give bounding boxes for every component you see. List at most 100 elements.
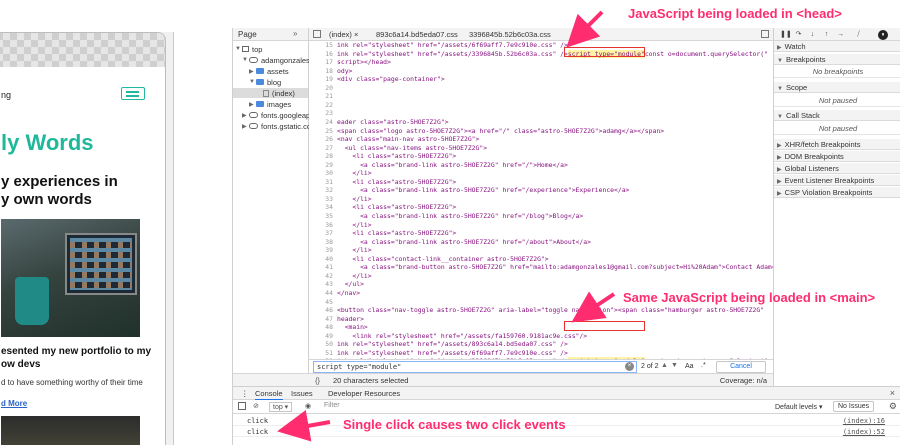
section-global-listeners[interactable]: ▶ Global Listeners — [774, 163, 900, 174]
toggle-navigator-icon[interactable] — [313, 30, 321, 38]
line-number[interactable]: 29 — [309, 161, 333, 170]
collapse-arrow-icon[interactable]: ▶ — [242, 123, 249, 130]
line-number[interactable]: 20 — [309, 84, 333, 93]
pretty-print-icon[interactable]: {} — [315, 376, 320, 385]
code-line[interactable]: 41 <a class="brand-button astro-5HOE7Z2G… — [309, 263, 773, 272]
line-number[interactable]: 27 — [309, 144, 333, 153]
previous-match-icon[interactable]: ▲ — [661, 362, 668, 369]
step-icon[interactable]: → — [836, 30, 845, 39]
line-number[interactable]: 40 — [309, 255, 333, 264]
line-number[interactable]: 31 — [309, 178, 333, 187]
section-dom-breakpoints[interactable]: ▶ DOM Breakpoints — [774, 151, 900, 162]
code-line[interactable]: 16 ink rel="stylesheet" href="/assets/339… — [309, 49, 773, 59]
code-line[interactable]: 22 — [309, 101, 773, 110]
post-image[interactable] — [1, 416, 140, 445]
code-line[interactable]: 31 <li class="astro-5HOE7Z2G"> — [309, 178, 773, 187]
code-line[interactable]: 23 — [309, 109, 773, 118]
line-number[interactable]: 19 — [309, 75, 333, 84]
cancel-button[interactable]: Cancel — [716, 361, 766, 373]
line-number[interactable]: 45 — [309, 298, 333, 307]
code-line[interactable]: 27 <ul class="nav-items astro-5HOE7Z2G"> — [309, 144, 773, 153]
deactivate-breakpoints-icon[interactable]: ⧸ — [854, 30, 863, 39]
post-title[interactable]: ow devs — [1, 359, 40, 370]
line-number[interactable]: 35 — [309, 212, 333, 221]
line-number[interactable]: 46 — [309, 306, 333, 315]
read-more-link[interactable]: d More — [1, 399, 27, 408]
log-levels-dropdown[interactable]: Default levels ▾ — [775, 403, 822, 411]
code-line[interactable]: 15 ink rel="stylesheet" href="/assets/6f6… — [309, 41, 773, 50]
line-number[interactable]: 22 — [309, 101, 333, 110]
line-number[interactable]: 51 — [309, 349, 333, 358]
hamburger-icon[interactable] — [121, 87, 145, 100]
gear-icon[interactable]: ⚙ — [889, 401, 897, 412]
toggle-debugger-icon[interactable] — [761, 30, 769, 38]
line-number[interactable]: 16 — [309, 50, 333, 59]
log-source-link[interactable]: (index):52 — [843, 428, 885, 436]
code-line[interactable]: 35 <a class="brand-link astro-5HOE7Z2G" … — [309, 212, 773, 221]
line-number[interactable]: 41 — [309, 263, 333, 272]
section-csp-violation-breakpoints[interactable]: ▶ CSP Violation Breakpoints — [774, 187, 900, 198]
section-scope[interactable]: ▼ Scope — [774, 82, 900, 93]
close-drawer-icon[interactable]: × — [890, 388, 895, 398]
code-line[interactable]: 48 <main> — [309, 323, 773, 332]
line-number[interactable]: 37 — [309, 229, 333, 238]
code-line[interactable]: 17 script></head> — [309, 58, 773, 67]
line-number[interactable]: 34 — [309, 203, 333, 212]
line-number[interactable]: 38 — [309, 238, 333, 247]
code-line[interactable]: 46 <button class="nav-toggle astro-5HOE7Z… — [309, 306, 773, 315]
tab-css-3396845b[interactable]: 3396845b.52b6c03a.css — [469, 30, 551, 39]
section-watch[interactable]: ▶ Watch — [774, 41, 900, 52]
line-number[interactable]: 48 — [309, 323, 333, 332]
context-selector[interactable]: top ▾ — [269, 402, 293, 412]
code-line[interactable]: 43 </ul> — [309, 280, 773, 289]
code-line[interactable]: 51 ink rel="stylesheet" href="/assets/6f6… — [309, 349, 773, 358]
line-number[interactable]: 47 — [309, 315, 333, 324]
code-line[interactable]: 19 <div class="page-container"> — [309, 75, 773, 84]
tree-item-blog[interactable]: ▼ blog — [249, 77, 281, 87]
clear-console-icon[interactable]: ⊘ — [253, 402, 259, 410]
code-line[interactable]: 25 <span class="logo astro-5HOE7Z2G"><a h… — [309, 127, 773, 136]
section-call-stack[interactable]: ▼ Call Stack — [774, 110, 900, 121]
section-event-listener-breakpoints[interactable]: ▶ Event Listener Breakpoints — [774, 175, 900, 186]
line-number[interactable]: 44 — [309, 289, 333, 298]
drawer-menu-icon[interactable]: ⋮ — [241, 389, 249, 398]
code-line[interactable]: 40 <li class="contact-link__container as… — [309, 255, 773, 264]
line-number[interactable]: 30 — [309, 169, 333, 178]
next-match-icon[interactable]: ▼ — [671, 362, 678, 369]
code-line[interactable]: 49 <link rel="stylesheet" href="/assets/… — [309, 332, 773, 341]
line-number[interactable]: 50 — [309, 340, 333, 349]
step-out-icon[interactable]: ↑ — [822, 30, 831, 39]
line-number[interactable]: 23 — [309, 109, 333, 118]
code-line[interactable]: 36 </li> — [309, 221, 773, 230]
clear-search-icon[interactable]: × — [625, 362, 634, 371]
expand-arrow-icon[interactable]: ▼ — [242, 57, 249, 63]
line-number[interactable]: 39 — [309, 246, 333, 255]
code-view[interactable]: 15 ink rel="stylesheet" href="/assets/6f6… — [309, 41, 773, 359]
sidebar-toggle-icon[interactable] — [238, 402, 246, 410]
pause-icon[interactable]: ❚❚ — [780, 30, 792, 39]
pause-exceptions-icon[interactable]: ⏸ — [878, 30, 888, 40]
section-xhr-breakpoints[interactable]: ▶ XHR/fetch Breakpoints — [774, 139, 900, 150]
issues-counter[interactable]: No Issues — [833, 401, 875, 412]
expand-arrow-icon[interactable]: ▼ — [235, 46, 242, 52]
step-over-icon[interactable]: ↷ — [794, 30, 803, 39]
tree-item-domain[interactable]: ▼ adamgonzales. — [242, 55, 312, 65]
line-number[interactable]: 33 — [309, 195, 333, 204]
code-line[interactable]: 30 </li> — [309, 169, 773, 178]
code-line[interactable]: 34 <li class="astro-5HOE7Z2G"> — [309, 203, 773, 212]
expand-arrow-icon[interactable]: ▼ — [249, 79, 256, 85]
line-number[interactable]: 21 — [309, 92, 333, 101]
tree-item-images[interactable]: ▶ images — [249, 99, 291, 109]
code-line[interactable]: 21 — [309, 92, 773, 101]
tab-page[interactable]: Page — [238, 30, 257, 39]
match-case-button[interactable]: Aa — [685, 363, 694, 370]
line-number[interactable]: 26 — [309, 135, 333, 144]
code-line[interactable]: 18 ody> — [309, 67, 773, 76]
line-number[interactable]: 17 — [309, 58, 333, 67]
code-line[interactable]: 50 ink rel="stylesheet" href="/assets/893… — [309, 340, 773, 349]
tree-item-fonts-googleapis[interactable]: ▶ fonts.googleapi — [242, 110, 312, 120]
code-line[interactable]: 29 <a class="brand-link astro-5HOE7Z2G" … — [309, 161, 773, 170]
tree-item-index[interactable]: (index) — [233, 88, 308, 98]
collapse-arrow-icon[interactable]: ▶ — [249, 68, 256, 75]
tab-issues[interactable]: Issues — [291, 389, 313, 398]
